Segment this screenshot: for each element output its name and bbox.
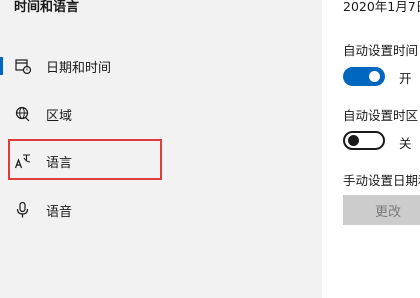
- highlight-box: [8, 139, 162, 180]
- auto-time-state: 开: [399, 71, 412, 86]
- toggle-knob: [348, 135, 359, 146]
- auto-time-label: 自动设置时间: [343, 43, 419, 58]
- auto-timezone-state: 关: [399, 136, 412, 151]
- sidebar-item-date-time[interactable]: 日期和时间: [0, 46, 322, 86]
- sidebar-item-label: 语音: [46, 205, 73, 220]
- sidebar-item-label: 日期和时间: [46, 61, 112, 76]
- selected-indicator: [0, 57, 3, 75]
- current-date-text: 2020年1月7日: [343, 0, 420, 14]
- auto-time-toggle[interactable]: [343, 67, 385, 86]
- microphone-icon: [14, 201, 32, 219]
- sidebar-item-region[interactable]: 区域: [0, 94, 322, 134]
- sidebar: 时间和语言 日期和时间 区域 语言 语音: [0, 0, 322, 298]
- section-title: 时间和语言: [14, 0, 80, 15]
- sidebar-item-speech[interactable]: 语音: [0, 190, 322, 230]
- sidebar-item-label: 区域: [46, 109, 73, 124]
- manual-time-label: 手动设置日期和时间: [343, 173, 420, 188]
- auto-timezone-toggle[interactable]: [343, 131, 385, 150]
- auto-timezone-label: 自动设置时区: [343, 108, 419, 123]
- settings-content: 2020年1月7日 自动设置时间 开 自动设置时区 关 手动设置日期和时间 更改: [322, 0, 420, 298]
- calendar-clock-icon: [14, 57, 32, 75]
- globe-region-icon: [14, 105, 32, 123]
- toggle-knob: [369, 71, 380, 82]
- change-button[interactable]: 更改: [343, 195, 420, 225]
